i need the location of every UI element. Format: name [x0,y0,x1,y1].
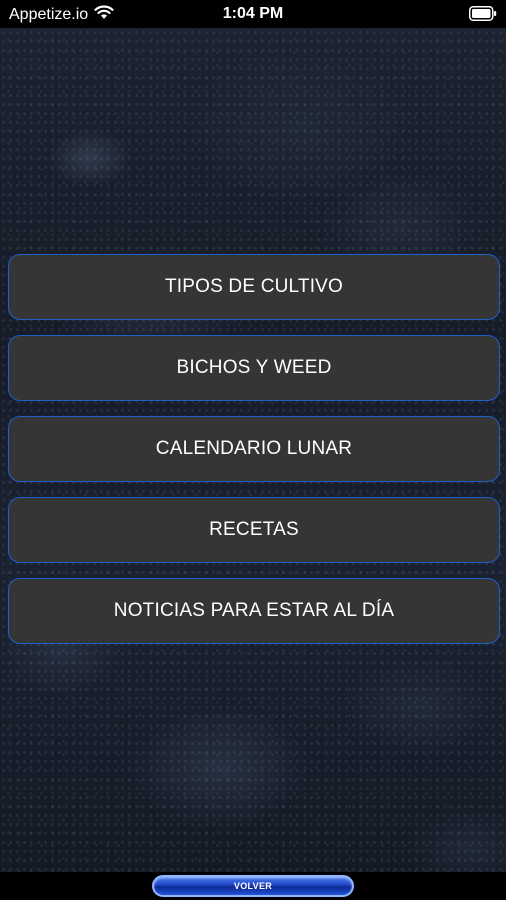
menu-button-recetas[interactable]: RECETAS [8,497,500,563]
menu-button-label: NOTICIAS PARA ESTAR AL DÍA [113,600,395,621]
status-bar: Appetize.io 1:04 PM [0,0,506,28]
main-menu: TIPOS DE CULTIVO BICHOS Y WEED CALENDARI… [8,254,500,659]
battery-icon [469,6,497,21]
menu-button-tipos-de-cultivo[interactable]: TIPOS DE CULTIVO [8,254,500,320]
menu-button-bichos-y-weed[interactable]: BICHOS Y WEED [8,335,500,401]
menu-button-label: BICHOS Y WEED [176,357,332,378]
menu-button-noticias[interactable]: NOTICIAS PARA ESTAR AL DÍA [8,578,500,644]
menu-button-label: CALENDARIO LUNAR [155,438,353,459]
menu-button-label: TIPOS DE CULTIVO [164,276,344,297]
volver-button[interactable]: VOLVER [152,875,354,897]
volver-button-label: VOLVER [233,881,273,891]
bottom-bar: VOLVER [0,872,506,900]
menu-button-calendario-lunar[interactable]: CALENDARIO LUNAR [8,416,500,482]
status-time: 1:04 PM [222,5,284,22]
menu-button-label: RECETAS [209,519,299,540]
app-screen: Appetize.io 1:04 PM TIPOS DE CULTIVO BIC… [0,0,506,900]
